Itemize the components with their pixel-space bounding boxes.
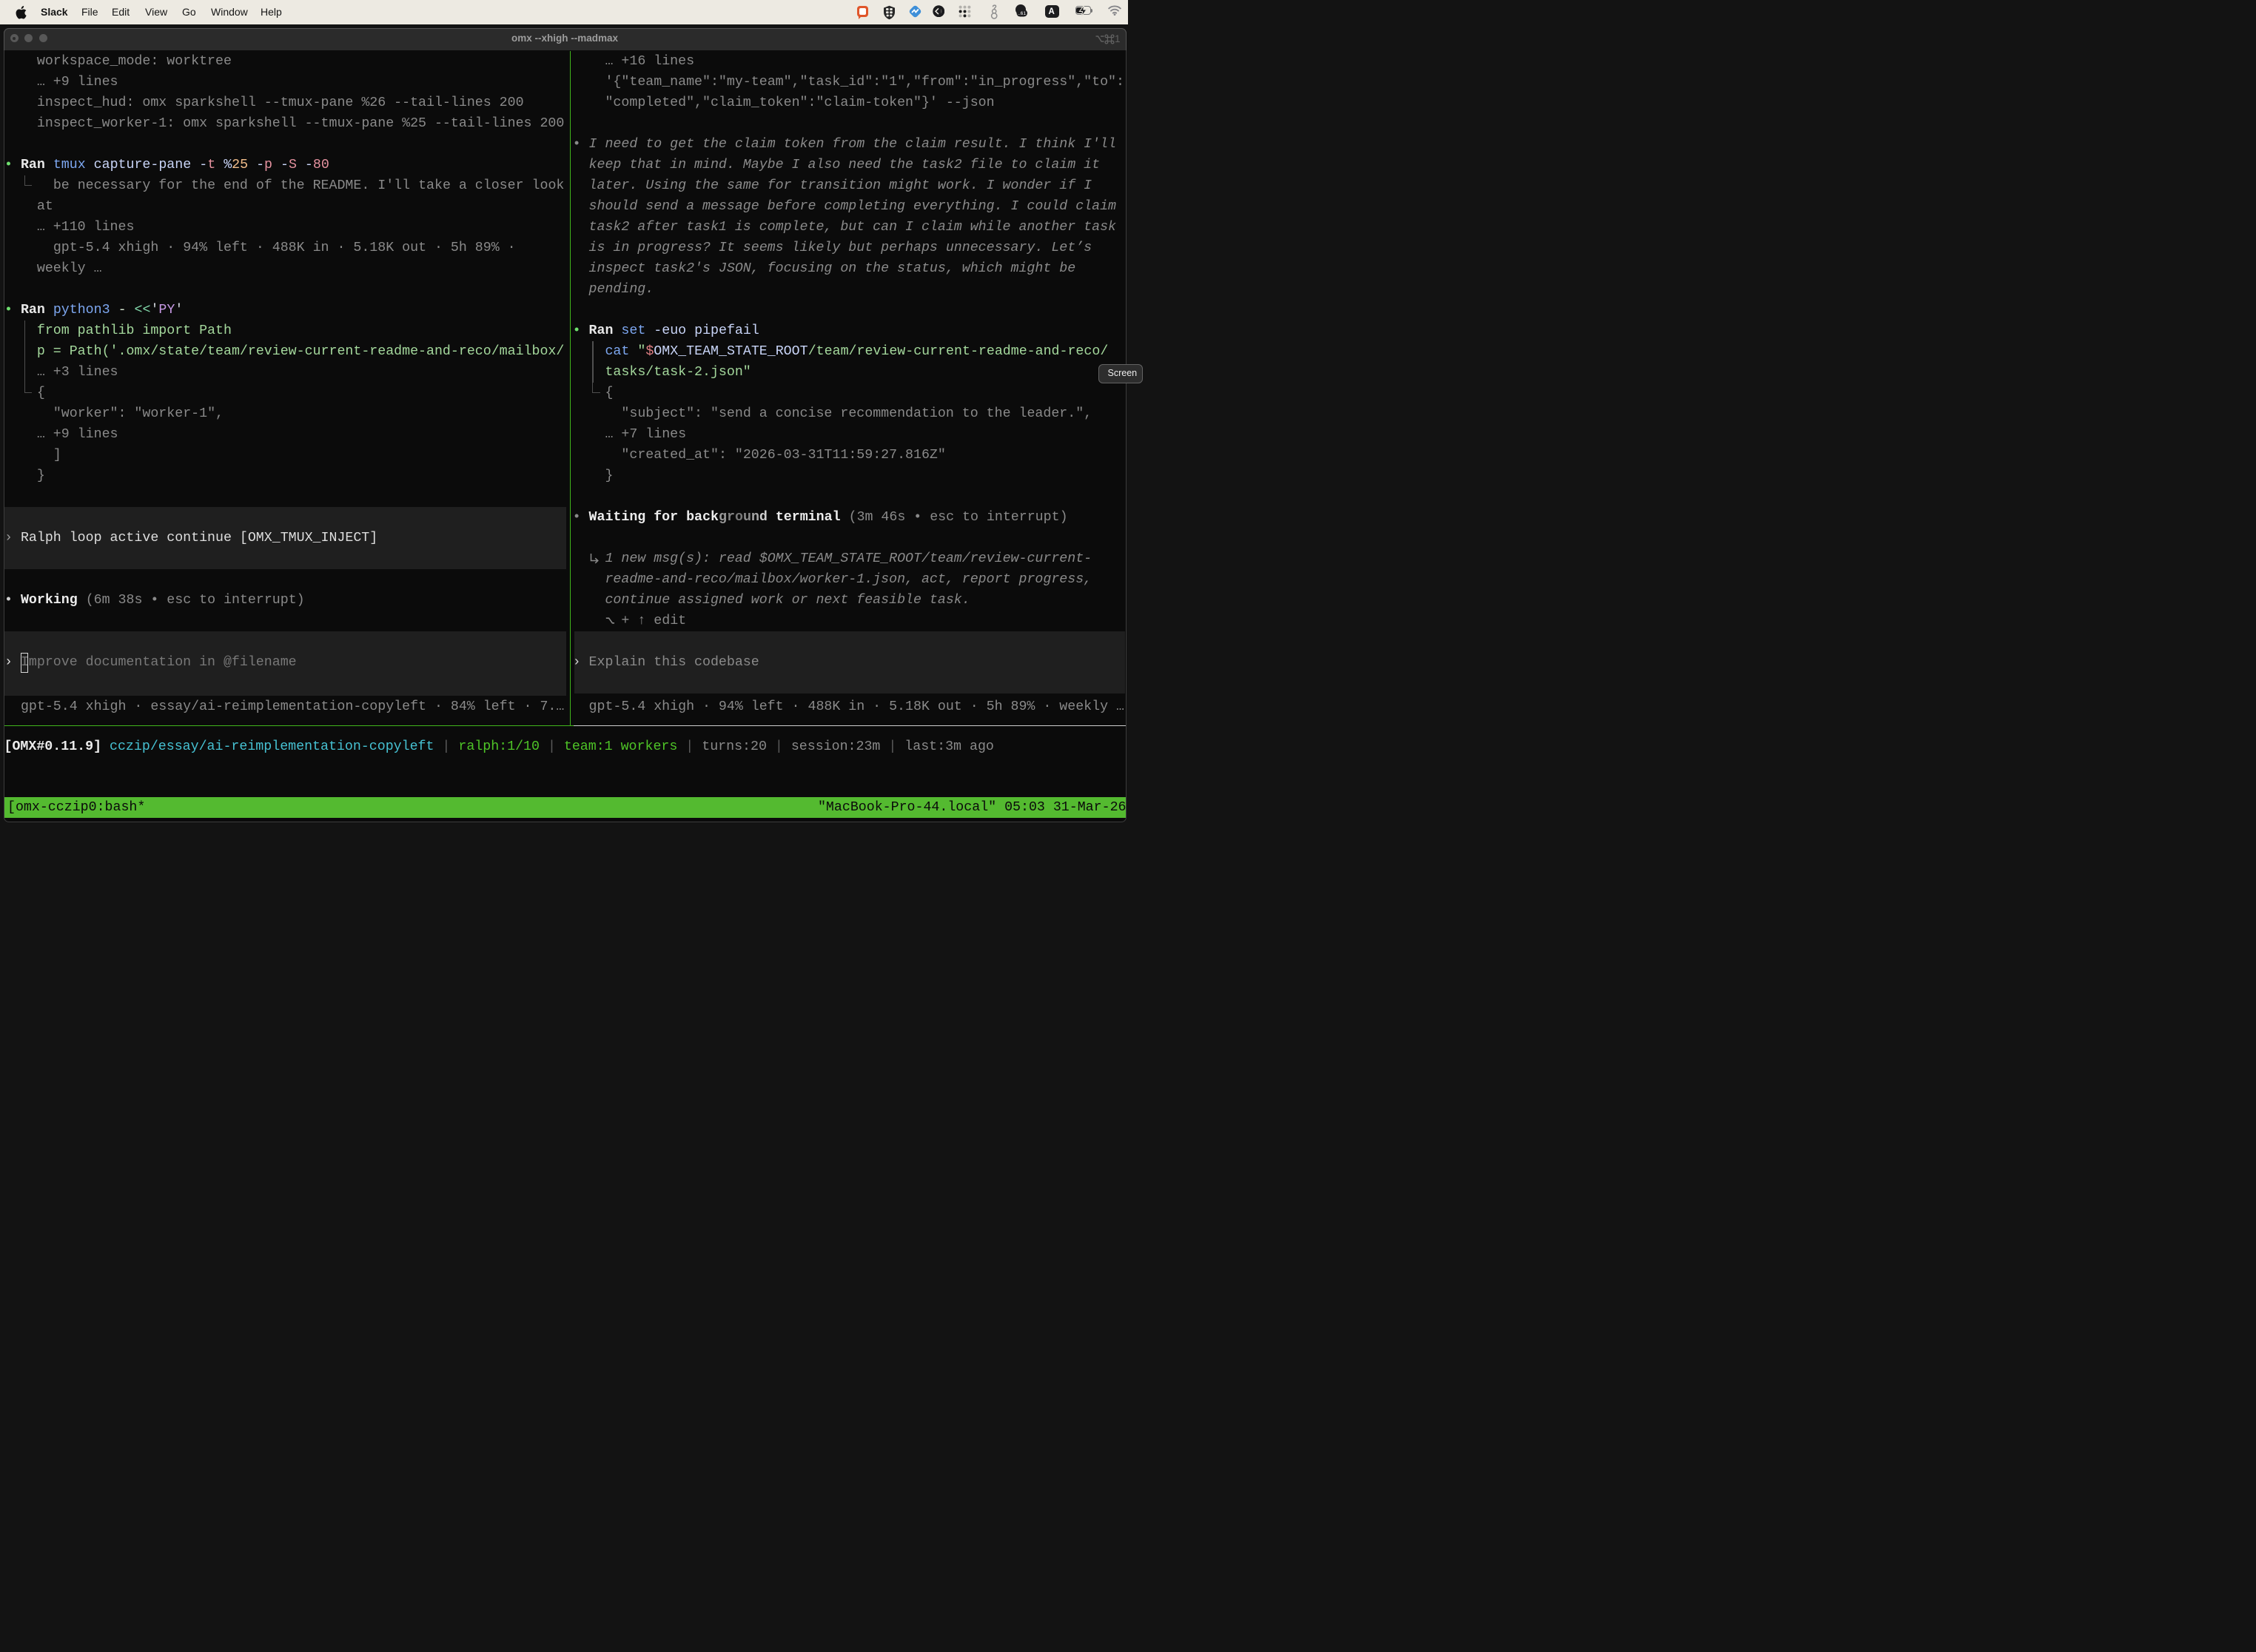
svg-text:..61: ..61 bbox=[1018, 11, 1026, 16]
